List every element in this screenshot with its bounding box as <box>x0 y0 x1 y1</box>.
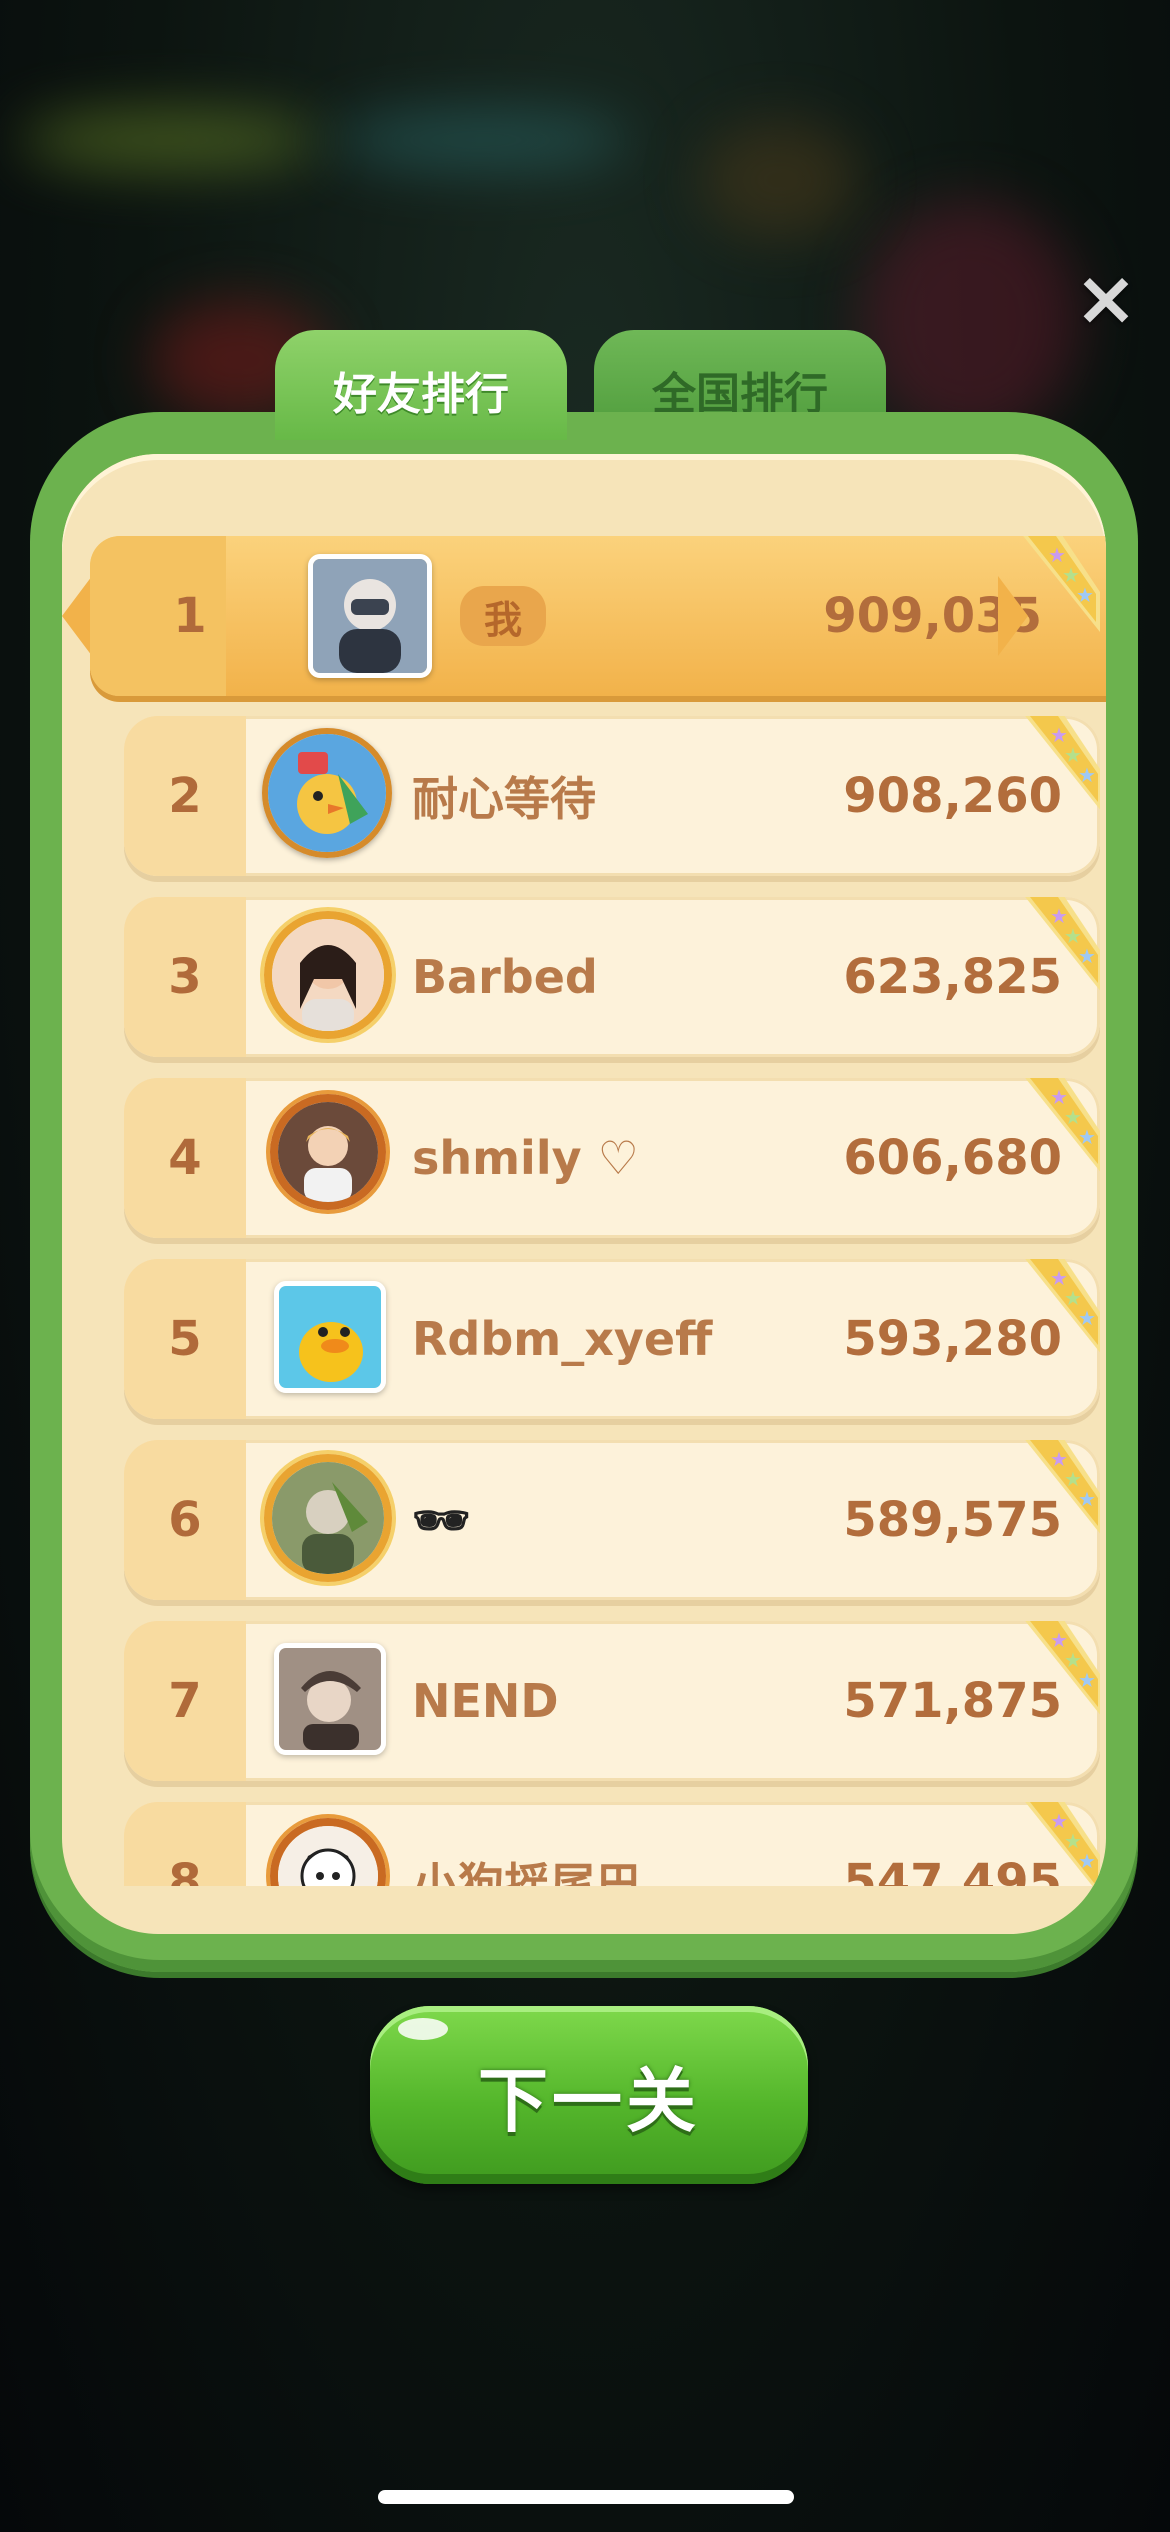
star-ribbon-icon: ★ ★ ★ <box>1025 1259 1100 1353</box>
leaderboard-row[interactable]: 5 Rdbm_xyeff 593,280 ★ ★ ★ <box>124 1259 1100 1419</box>
row-card: 5 Rdbm_xyeff 593,280 ★ ★ ★ <box>124 1259 1100 1419</box>
leaderboard-row[interactable]: 2 耐心等待 908,260 ★ ★ ★ <box>124 716 1100 876</box>
star-ribbon-icon: ★ ★ ★ <box>1025 1078 1100 1172</box>
avatar[interactable] <box>274 1281 386 1393</box>
yellow-duck-icon <box>279 1286 381 1388</box>
tab-friends-label: 好友排行 <box>333 369 509 420</box>
player-name: 耐心等待 <box>412 772 596 826</box>
svg-text:★: ★ <box>1078 1306 1096 1330</box>
player-name: Rdbm_xyeff <box>412 1312 713 1366</box>
avatar[interactable] <box>274 1643 386 1755</box>
cat-frame-portrait-icon <box>278 1102 378 1202</box>
next-level-label: 下一关 <box>478 2059 700 2142</box>
rank-number: 3 <box>168 949 202 1005</box>
home-indicator[interactable] <box>378 2490 794 2504</box>
anime-character-icon <box>279 1648 381 1750</box>
next-level-button[interactable]: 下一关 <box>370 2006 808 2184</box>
player-name: 🕶 <box>412 1492 471 1547</box>
row-card: 7 NEND 571,875 ★ ★ ★ <box>124 1621 1100 1781</box>
framed-portrait-icon <box>272 919 384 1031</box>
rank-number: 2 <box>168 768 202 824</box>
highlight-arrow-left <box>62 576 92 656</box>
row-card: 2 耐心等待 908,260 ★ ★ ★ <box>124 716 1100 876</box>
row-card: 3 Barbed 623,825 ★ ★ ★ <box>124 897 1100 1057</box>
photo-girl-icon <box>313 559 427 673</box>
row-card: 6 🕶 589,575 ★ ★ ★ <box>124 1440 1100 1600</box>
player-name: shmily ♡ <box>412 1131 639 1185</box>
avatar[interactable] <box>264 911 392 1039</box>
star-ribbon-icon: ★ ★ ★ <box>1025 716 1100 810</box>
leaderboard-panel: 1 我 909,035 ★ ★ ★ 2 耐心等待 908,260 ★ ★ ★ 3… <box>30 412 1138 1972</box>
row-card: 1 我 909,035 ★ ★ ★ <box>90 536 1106 696</box>
svg-text:★: ★ <box>1078 944 1096 968</box>
avatar[interactable] <box>264 1454 392 1582</box>
svg-text:★: ★ <box>1078 1125 1096 1149</box>
star-ribbon-icon: ★ ★ ★ <box>1025 1440 1100 1534</box>
player-name: NEND <box>412 1674 559 1728</box>
close-icon: × <box>1074 253 1138 342</box>
rank-number: 1 <box>173 588 207 644</box>
avatar[interactable] <box>262 728 392 858</box>
row-card: 4 shmily ♡ 606,680 ★ ★ ★ <box>124 1078 1100 1238</box>
chick-cartoon-icon <box>268 734 386 852</box>
avatar[interactable] <box>270 1818 386 1886</box>
star-ribbon-icon: ★ ★ ★ <box>1025 897 1100 991</box>
rank-number: 6 <box>168 1492 202 1548</box>
highlight-arrow-right <box>998 576 1028 656</box>
leaderboard-row[interactable]: 4 shmily ♡ 606,680 ★ ★ ★ <box>124 1078 1100 1238</box>
star-ribbon-icon: ★ ★ ★ <box>1025 1621 1100 1715</box>
cat-frame-portrait-icon <box>278 1826 378 1886</box>
rank-number: 8 <box>168 1854 202 1886</box>
rank-number: 7 <box>168 1673 202 1729</box>
tab-friends-ranking[interactable]: 好友排行 <box>275 330 567 440</box>
leaderboard-list[interactable]: 1 我 909,035 ★ ★ ★ 2 耐心等待 908,260 ★ ★ ★ 3… <box>62 454 1106 1886</box>
svg-text:★: ★ <box>1076 583 1094 607</box>
player-name: 小狗摇尾巴 <box>412 1858 642 1886</box>
rank-number: 5 <box>168 1311 202 1367</box>
svg-text:★: ★ <box>1078 1668 1096 1692</box>
framed-portrait-icon <box>272 1462 384 1574</box>
button-shine <box>398 2018 448 2040</box>
leaderboard-row-me[interactable]: 1 我 909,035 ★ ★ ★ <box>62 536 1106 696</box>
leaderboard-row[interactable]: 7 NEND 571,875 ★ ★ ★ <box>124 1621 1100 1781</box>
svg-text:★: ★ <box>1078 1487 1096 1511</box>
me-badge: 我 <box>460 586 546 646</box>
leaderboard-row[interactable]: 3 Barbed 623,825 ★ ★ ★ <box>124 897 1100 1057</box>
player-name: Barbed <box>412 950 598 1004</box>
avatar[interactable] <box>270 1094 386 1210</box>
svg-text:★: ★ <box>1078 763 1096 787</box>
row-card: 8 小狗摇尾巴 547,495 ★ ★ ★ <box>124 1802 1100 1886</box>
avatar[interactable] <box>308 554 432 678</box>
leaderboard-row[interactable]: 6 🕶 589,575 ★ ★ ★ <box>124 1440 1100 1600</box>
rank-number: 4 <box>168 1130 202 1186</box>
star-ribbon-icon: ★ ★ ★ <box>1025 1802 1100 1886</box>
close-button[interactable]: × <box>1070 253 1142 342</box>
leaderboard-row[interactable]: 8 小狗摇尾巴 547,495 ★ ★ ★ <box>124 1802 1100 1886</box>
svg-text:★: ★ <box>1078 1849 1096 1873</box>
leaderboard-inner: 1 我 909,035 ★ ★ ★ 2 耐心等待 908,260 ★ ★ ★ 3… <box>62 454 1106 1934</box>
